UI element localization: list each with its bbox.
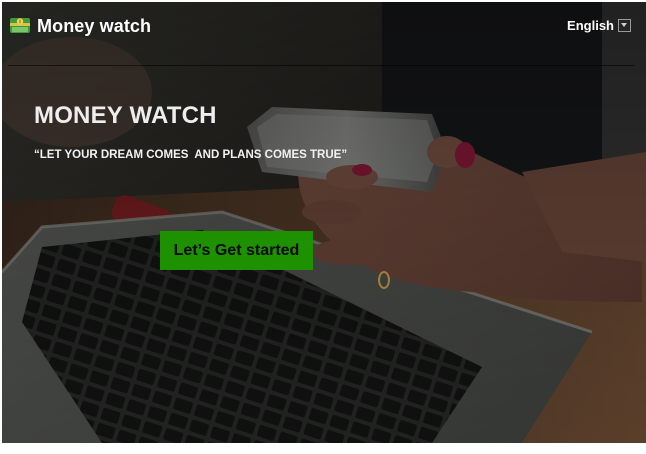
landing-page: Money watch English MONEY WATCH “LET YOU… — [2, 2, 646, 443]
image-overlay — [2, 2, 646, 443]
app-title[interactable]: Money watch — [37, 16, 151, 37]
chevron-down-icon[interactable] — [618, 18, 631, 32]
language-selector[interactable]: English — [567, 16, 631, 34]
top-bar: Money watch English — [2, 2, 646, 66]
hero-tagline: “LET YOUR DREAM COMES AND PLANS COMES TR… — [34, 149, 348, 161]
header-divider — [8, 65, 634, 66]
money-icon[interactable] — [10, 17, 30, 34]
hero-title: MONEY WATCH — [34, 102, 217, 129]
get-started-button[interactable]: Let’s Get started — [160, 231, 313, 270]
language-label: English — [567, 17, 614, 33]
